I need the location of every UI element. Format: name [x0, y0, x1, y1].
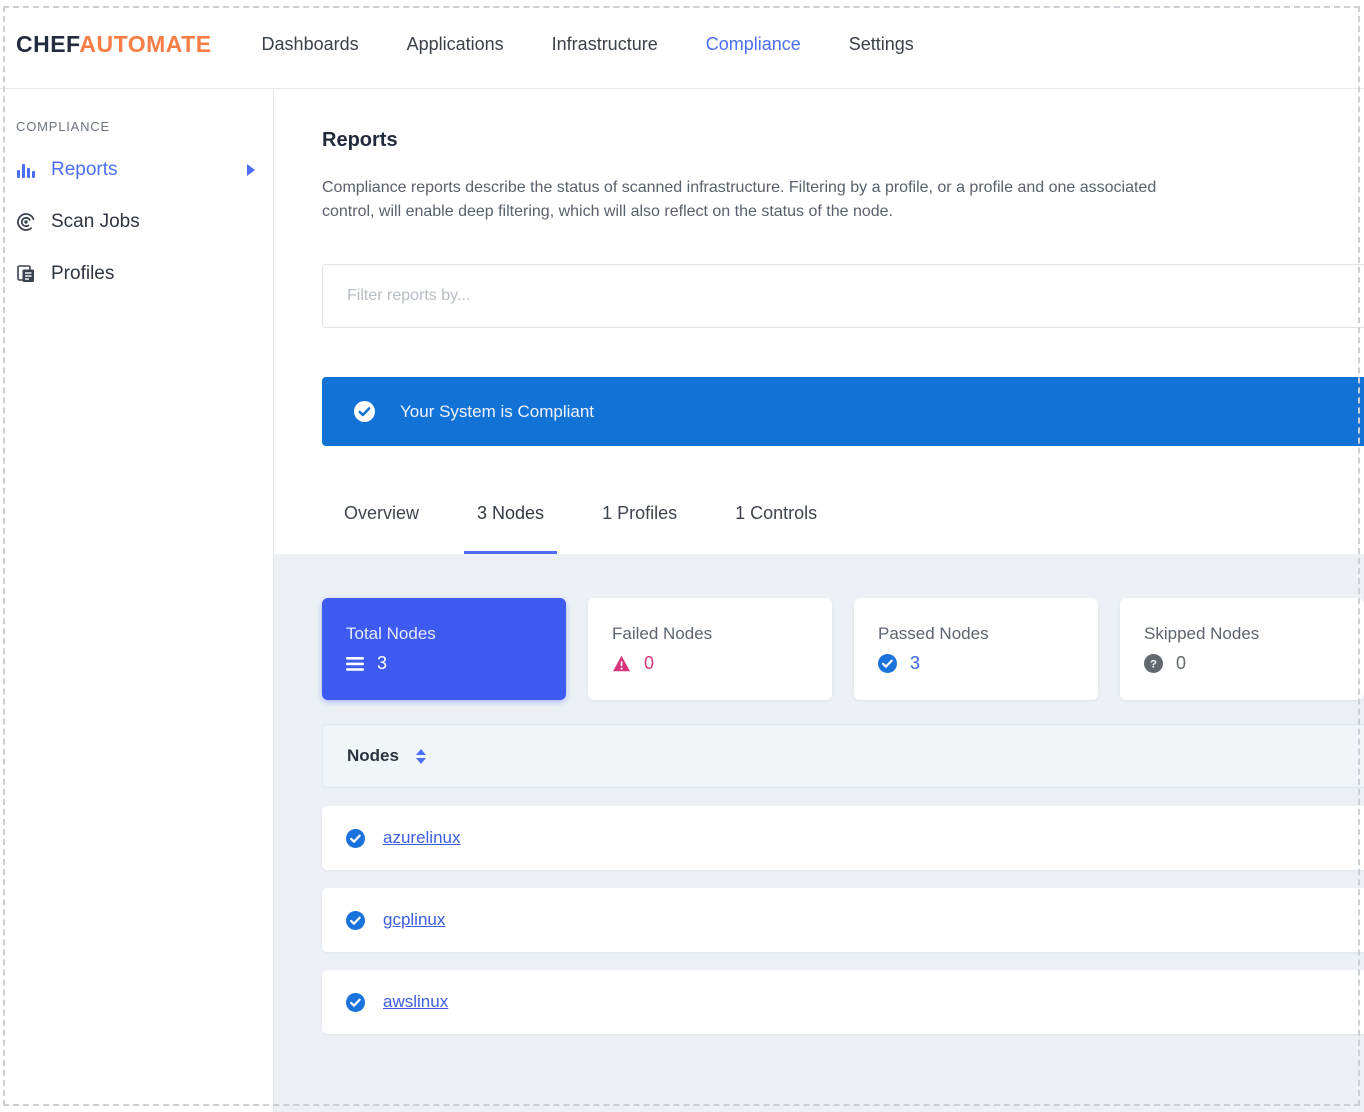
chef-automate-logo[interactable]: CHEFAUTOMATE — [16, 31, 212, 58]
stat-value: 0 — [644, 653, 654, 674]
stat-value: 3 — [377, 653, 387, 674]
sidebar-section-label: COMPLIANCE — [16, 119, 273, 134]
logo-automate: AUTOMATE — [79, 31, 211, 57]
check-circle-icon — [346, 829, 365, 848]
nav-compliance[interactable]: Compliance — [706, 34, 801, 55]
nav-applications[interactable]: Applications — [407, 34, 504, 55]
node-link[interactable]: awslinux — [383, 992, 448, 1012]
top-navbar: CHEFAUTOMATE Dashboards Applications Inf… — [0, 0, 1364, 89]
check-circle-icon — [354, 401, 375, 422]
nav-infrastructure[interactable]: Infrastructure — [552, 34, 658, 55]
nodes-column-label: Nodes — [347, 746, 399, 766]
compliance-sidebar: COMPLIANCE Reports Scan — [0, 89, 274, 1112]
check-circle-icon — [346, 911, 365, 930]
node-link[interactable]: azurelinux — [383, 828, 461, 848]
profiles-icon — [16, 264, 36, 284]
stat-value: 0 — [1176, 653, 1186, 674]
check-circle-icon — [346, 993, 365, 1012]
nodes-panel: Total Nodes 3 Failed Nodes — [274, 554, 1364, 1112]
scan-icon — [16, 212, 36, 232]
node-link[interactable]: gcplinux — [383, 910, 445, 930]
stat-label: Passed Nodes — [878, 624, 1074, 644]
sidebar-item-label: Profiles — [51, 263, 114, 285]
tab-overview[interactable]: Overview — [344, 503, 419, 554]
node-row-azurelinux: azurelinux — [322, 806, 1364, 870]
node-row-gcplinux: gcplinux — [322, 888, 1364, 952]
warning-triangle-icon — [612, 655, 631, 672]
main-content: Reports Compliance reports describe the … — [274, 89, 1364, 1112]
check-circle-icon — [878, 654, 897, 673]
tab-controls[interactable]: 1 Controls — [735, 503, 817, 554]
stat-cards: Total Nodes 3 Failed Nodes — [322, 598, 1364, 700]
stat-card-passed-nodes[interactable]: Passed Nodes 3 — [854, 598, 1098, 700]
sidebar-item-label: Reports — [51, 159, 118, 181]
compliance-status-banner: Your System is Compliant — [322, 377, 1364, 446]
bar-chart-icon — [16, 160, 36, 180]
stat-label: Skipped Nodes — [1144, 624, 1340, 644]
sidebar-item-reports[interactable]: Reports — [0, 144, 273, 196]
stat-label: Failed Nodes — [612, 624, 808, 644]
stat-card-failed-nodes[interactable]: Failed Nodes 0 — [588, 598, 832, 700]
stat-label: Total Nodes — [346, 624, 542, 644]
nav-dashboards[interactable]: Dashboards — [262, 34, 359, 55]
logo-chef: CHEF — [16, 31, 79, 57]
node-row-awslinux: awslinux — [322, 970, 1364, 1034]
filter-reports-input[interactable] — [322, 264, 1364, 328]
sidebar-item-scan-jobs[interactable]: Scan Jobs — [0, 196, 273, 248]
svg-text:?: ? — [1150, 658, 1157, 670]
stat-card-skipped-nodes[interactable]: Skipped Nodes ? 0 — [1120, 598, 1364, 700]
tab-profiles[interactable]: 1 Profiles — [602, 503, 677, 554]
stat-value: 3 — [910, 653, 920, 674]
tab-nodes[interactable]: 3 Nodes — [464, 503, 557, 554]
stat-card-total-nodes[interactable]: Total Nodes 3 — [322, 598, 566, 700]
list-icon — [346, 657, 364, 671]
submenu-arrow-icon[interactable] — [247, 164, 255, 176]
sidebar-item-profiles[interactable]: Profiles — [0, 248, 273, 300]
page-description: Compliance reports describe the status o… — [322, 176, 1202, 224]
page-title: Reports — [322, 129, 1364, 152]
report-tabs: Overview 3 Nodes 1 Profiles 1 Controls — [322, 503, 1364, 554]
banner-text: Your System is Compliant — [400, 402, 594, 422]
primary-nav: Dashboards Applications Infrastructure C… — [262, 34, 914, 55]
sidebar-item-label: Scan Jobs — [51, 211, 140, 233]
question-circle-icon: ? — [1144, 654, 1163, 673]
nodes-table-header: Nodes — [322, 724, 1364, 788]
nav-settings[interactable]: Settings — [849, 34, 914, 55]
sort-arrows-icon[interactable] — [416, 749, 426, 764]
